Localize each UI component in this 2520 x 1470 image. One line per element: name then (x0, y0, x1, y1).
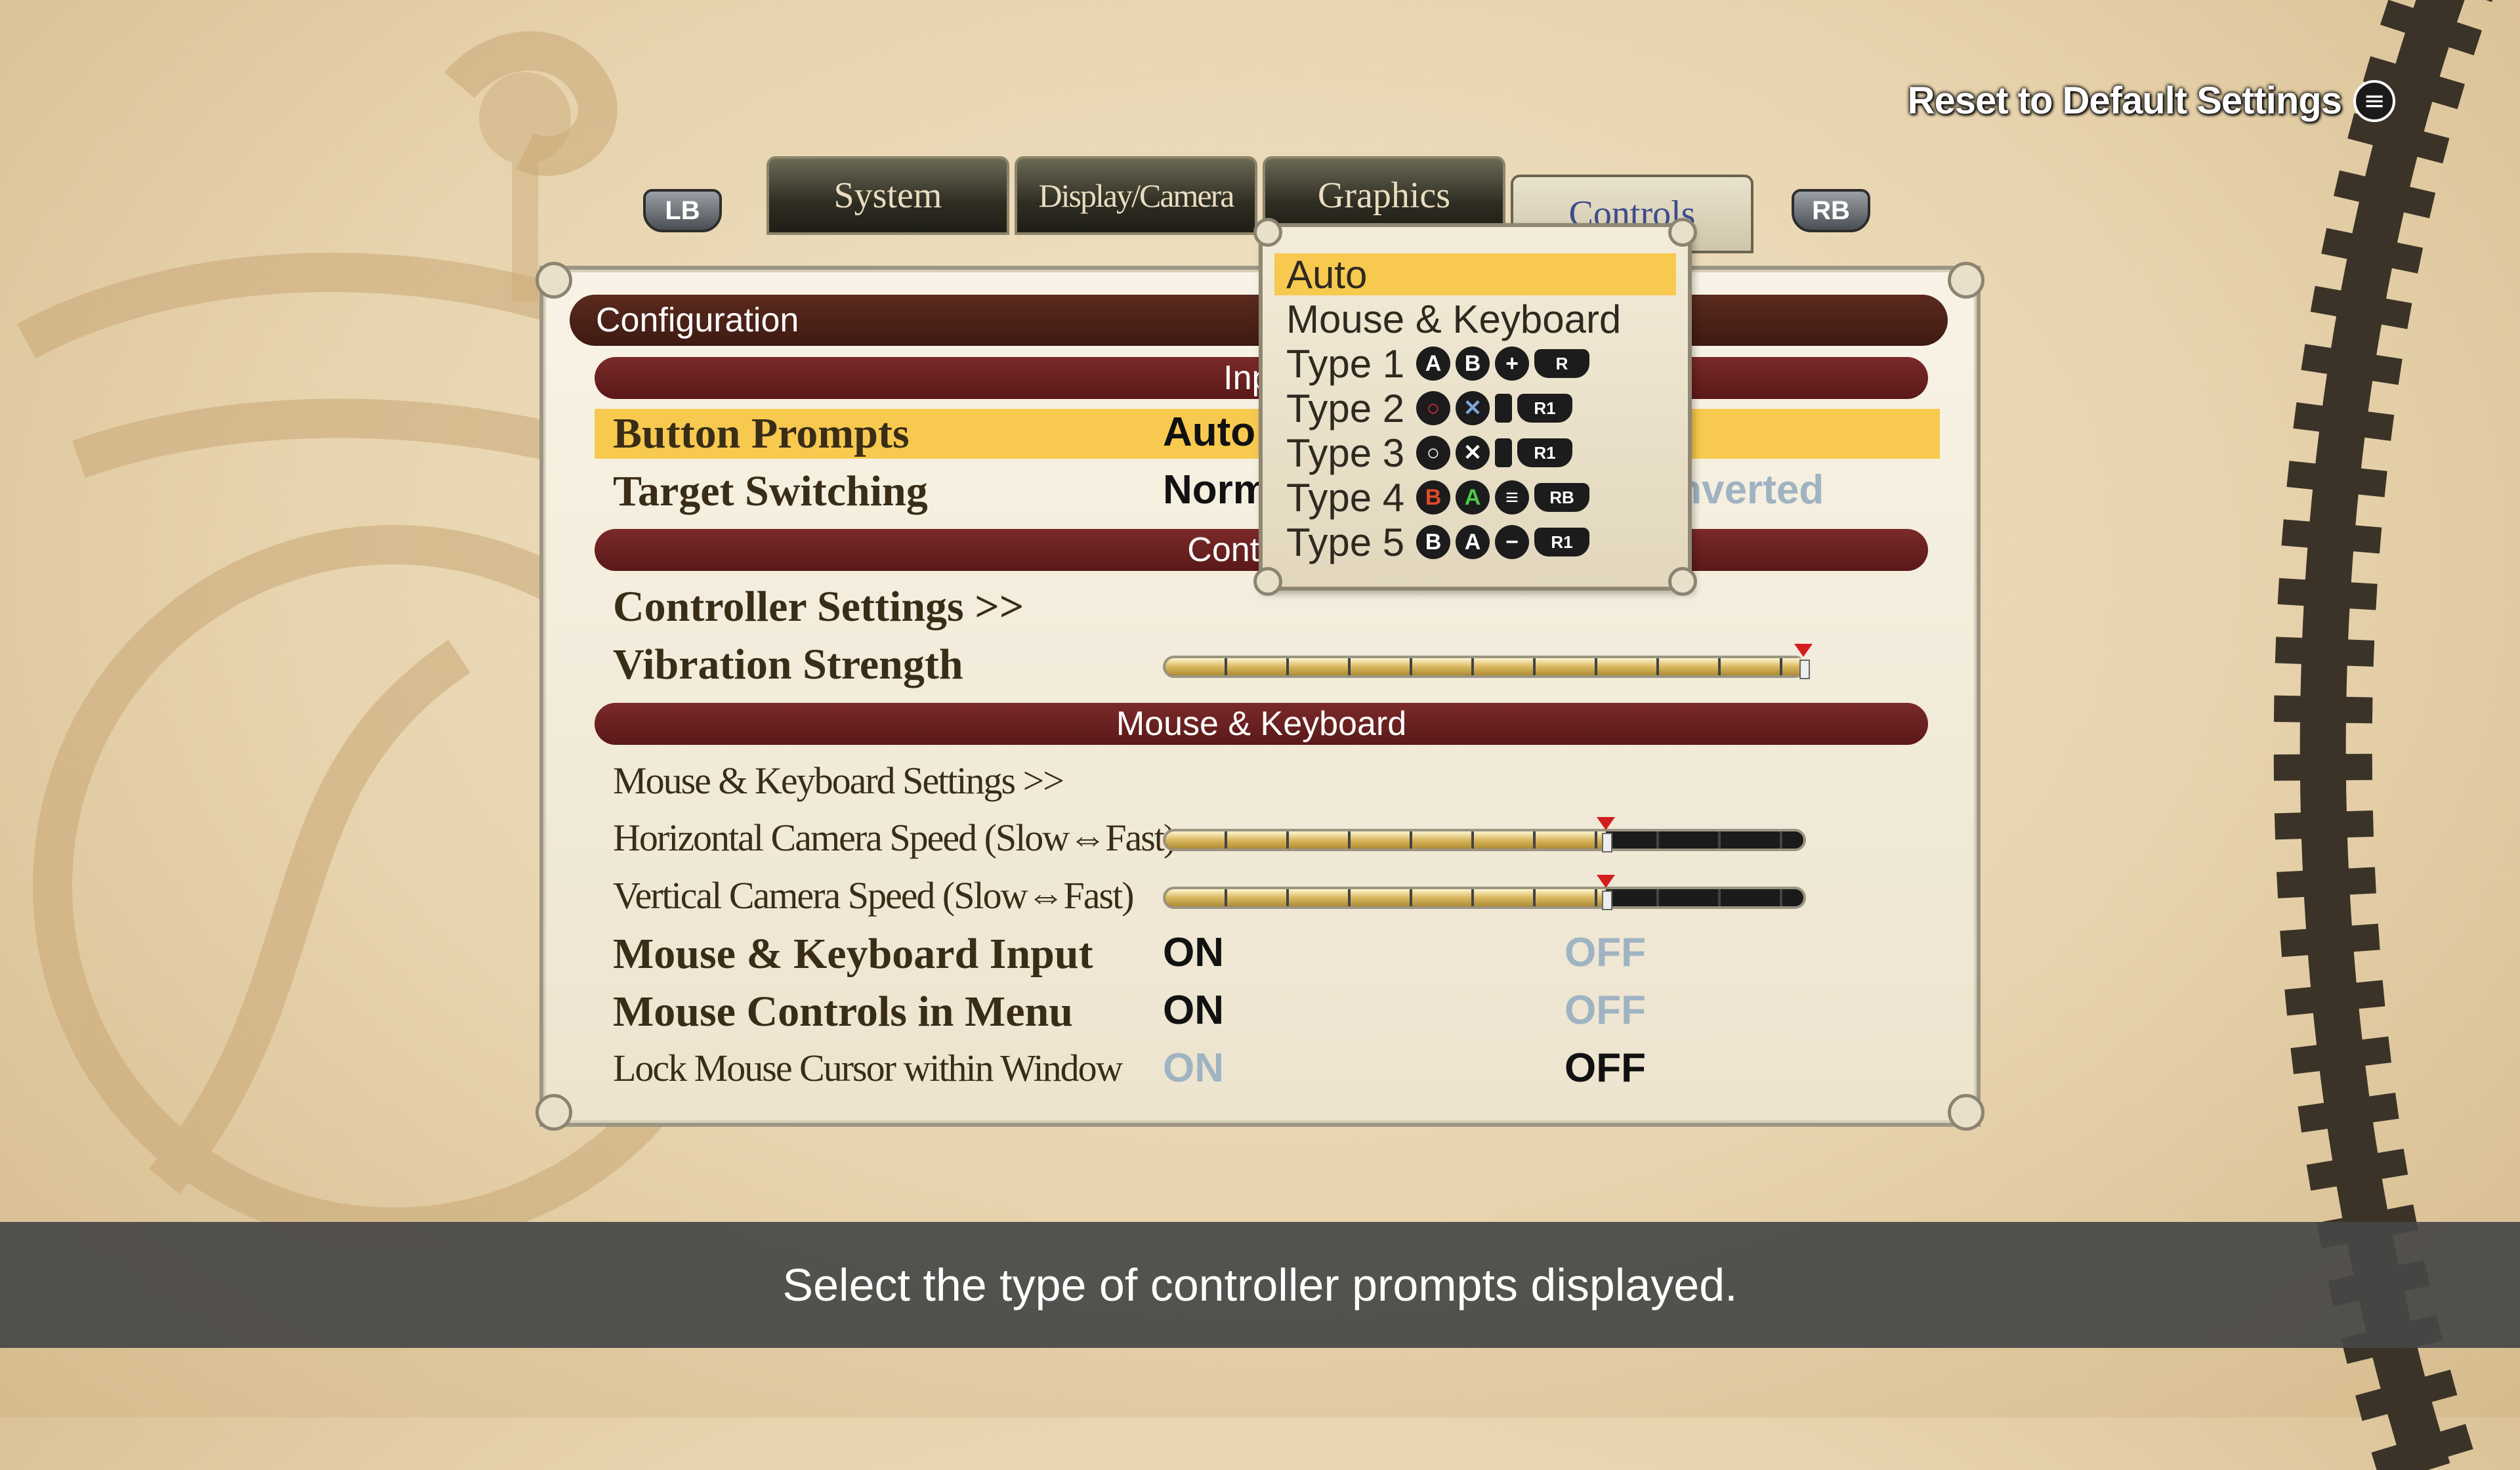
help-bar: Select the type of controller prompts di… (0, 1222, 2520, 1348)
option-label: Type 4 (1286, 475, 1405, 520)
lb-button[interactable]: LB (643, 189, 722, 232)
mouse-menu-on[interactable]: ON (1163, 987, 1224, 1034)
b-button-icon: B (1416, 525, 1450, 559)
a-button-icon: A (1456, 525, 1490, 559)
cross-button-icon: ✕ (1456, 391, 1490, 425)
r-button-icon: R (1534, 349, 1589, 378)
option-type-3[interactable]: Type 3 ○ ✕ R1 (1274, 430, 1676, 475)
a-button-icon: A (1416, 346, 1450, 381)
option-auto[interactable]: Auto (1274, 252, 1676, 297)
slider-marker (1596, 875, 1615, 888)
option-label: Type 1 (1286, 341, 1405, 386)
circle-button-icon: ○ (1416, 436, 1450, 470)
r1-button-icon: R1 (1517, 394, 1572, 423)
mouse-menu-off[interactable]: OFF (1564, 987, 1646, 1034)
target-switching-label: Target Switching (613, 467, 928, 515)
mk-settings-link[interactable]: Mouse & Keyboard Settings >> (613, 759, 1064, 803)
slider-marker (1794, 644, 1813, 657)
minus-button-icon: − (1495, 525, 1529, 559)
help-text: Select the type of controller prompts di… (782, 1259, 1738, 1311)
reset-defaults-label: Reset to Default Settings (1907, 79, 2342, 122)
tab-system[interactable]: System (766, 156, 1009, 235)
a-button-icon: A (1456, 480, 1490, 514)
button-prompts-value[interactable]: Auto (1163, 409, 1255, 455)
mk-input-label: Mouse & Keyboard Input (613, 930, 1093, 978)
slider-knob[interactable] (1799, 660, 1810, 679)
vibration-slider[interactable] (1163, 644, 1813, 679)
rb-button-icon: RB (1534, 483, 1589, 512)
lock-cursor-on[interactable]: ON (1163, 1045, 1224, 1091)
button-prompts-dropdown: Auto Mouse & Keyboard Type 1 A B + R Typ… (1253, 218, 1697, 596)
circle-button-icon: ○ (1416, 391, 1450, 425)
reset-defaults-button[interactable]: Reset to Default Settings ≡ (1908, 79, 2395, 123)
b-button-icon: B (1416, 480, 1450, 514)
dropdown-corner (1668, 567, 1697, 596)
rb-button[interactable]: RB (1792, 189, 1870, 232)
option-type-5[interactable]: Type 5 B A − R1 (1274, 520, 1676, 564)
mouse-menu-label: Mouse Controls in Menu (613, 988, 1073, 1036)
panel-corner (536, 1094, 572, 1131)
tab-display-camera[interactable]: Display/Camera (1015, 156, 1257, 235)
controller-settings-link[interactable]: Controller Settings >> (613, 582, 1024, 632)
b-button-icon: B (1456, 346, 1490, 381)
dropdown-corner (1253, 218, 1282, 247)
slider-knob[interactable] (1601, 891, 1612, 910)
section-mouse-keyboard: Mouse & Keyboard (595, 703, 1928, 745)
menu-icon: ≡ (2353, 79, 2395, 122)
v-camera-slider[interactable] (1163, 875, 1806, 910)
h-camera-label: Horizontal Camera Speed (Slow⇔Fast) (613, 816, 1176, 859)
button-prompts-label: Button Prompts (613, 410, 910, 457)
option-type-1[interactable]: Type 1 A B + R (1274, 341, 1676, 386)
option-label: Type 2 (1286, 386, 1405, 430)
cross-button-icon: ✕ (1456, 436, 1490, 470)
dropdown-corner (1668, 218, 1697, 247)
options-button-icon (1495, 394, 1512, 423)
option-type-4[interactable]: Type 4 B A ≡ RB (1274, 475, 1676, 520)
r1-button-icon: R1 (1534, 528, 1589, 556)
vibration-label: Vibration Strength (613, 640, 963, 688)
slider-ticks (1166, 658, 1803, 675)
options-button-icon (1495, 438, 1512, 467)
option-label: Auto (1286, 252, 1368, 297)
mk-input-on[interactable]: ON (1163, 929, 1224, 976)
v-camera-label: Vertical Camera Speed (Slow⇔Fast) (613, 874, 1135, 917)
panel-corner (1948, 262, 1984, 299)
dropdown-corner (1253, 567, 1282, 596)
panel-corner (1948, 1094, 1984, 1131)
slider-ticks (1166, 889, 1803, 906)
lock-cursor-off[interactable]: OFF (1564, 1045, 1646, 1091)
lock-cursor-label: Lock Mouse Cursor within Window (613, 1047, 1124, 1089)
r1-button-icon: R1 (1517, 438, 1572, 467)
mk-input-off[interactable]: OFF (1564, 929, 1646, 976)
option-label: Mouse & Keyboard (1286, 297, 1622, 341)
slider-knob[interactable] (1601, 833, 1612, 852)
panel-corner (536, 262, 572, 299)
option-type-2[interactable]: Type 2 ○ ✕ R1 (1274, 386, 1676, 430)
h-camera-slider[interactable] (1163, 817, 1806, 852)
slider-marker (1596, 817, 1615, 830)
slider-ticks (1166, 831, 1803, 849)
option-label: Type 3 (1286, 430, 1405, 475)
plus-button-icon: + (1495, 346, 1529, 381)
menu-button-icon: ≡ (1495, 480, 1529, 514)
option-label: Type 5 (1286, 520, 1405, 564)
option-mouse-keyboard[interactable]: Mouse & Keyboard (1274, 297, 1676, 341)
